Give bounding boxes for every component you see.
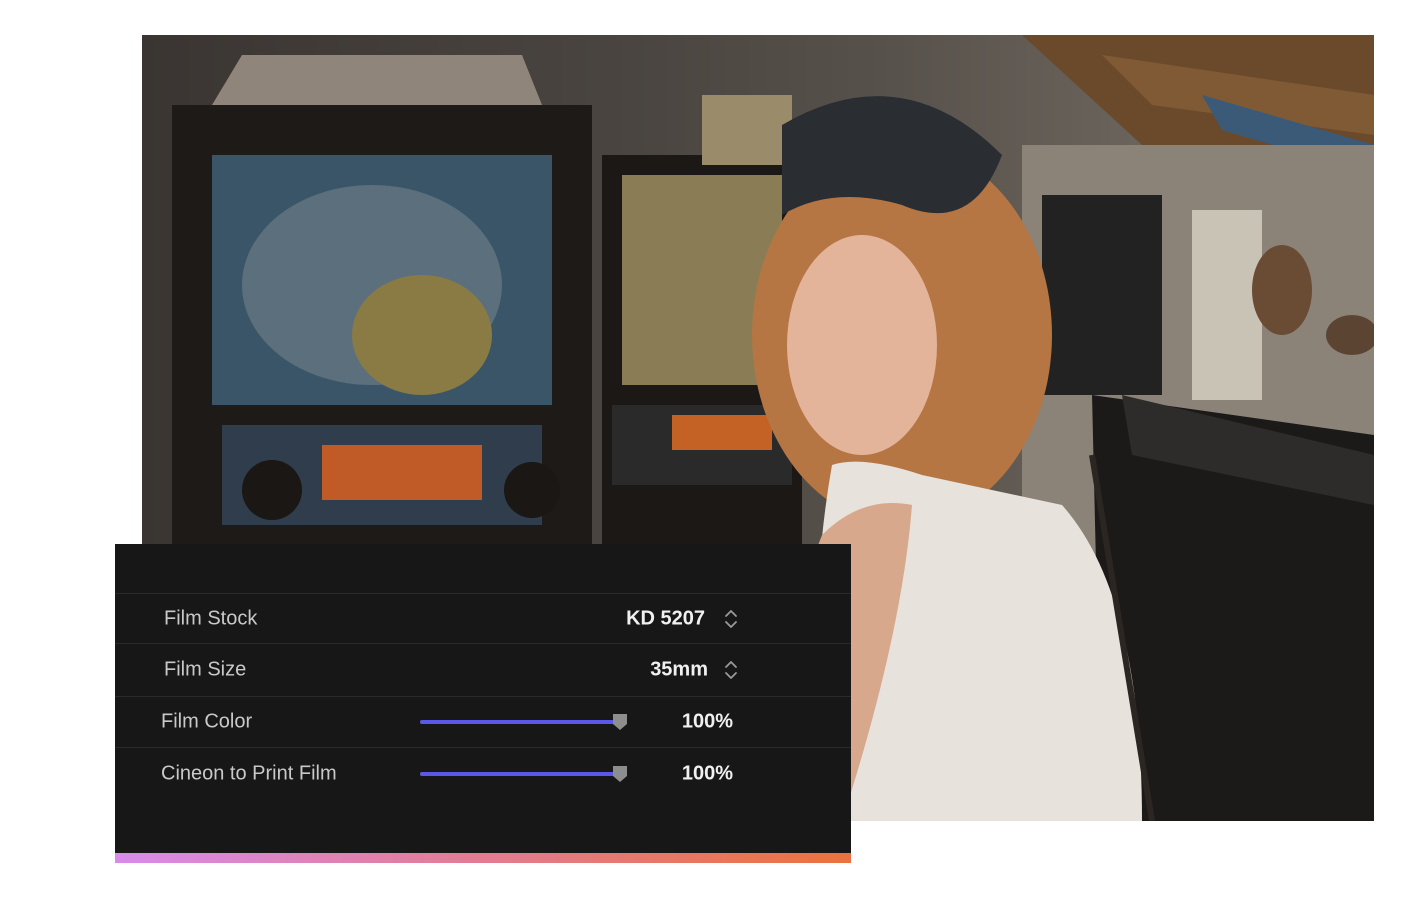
slider-thumb-icon[interactable] xyxy=(611,712,629,732)
film-settings-panel: Film Stock KD 5207 Film Size 35mm Film C… xyxy=(115,544,851,863)
chevron-up-down-icon[interactable] xyxy=(724,608,738,630)
chevron-up-down-icon[interactable] xyxy=(724,659,738,681)
film-size-label: Film Size xyxy=(164,658,247,681)
film-color-value: 100% xyxy=(681,710,733,733)
slider-thumb-icon[interactable] xyxy=(611,764,629,784)
cineon-to-print-film-label: Cineon to Print Film xyxy=(161,762,337,784)
film-color-label: Film Color xyxy=(161,710,253,733)
slider-fill xyxy=(420,771,620,776)
film-size-row: Film Size 35mm xyxy=(115,643,851,696)
film-stock-value[interactable]: KD 5207 xyxy=(626,607,705,630)
film-size-value[interactable]: 35mm xyxy=(650,659,708,682)
cineon-to-print-film-row: Cineon to Print Film 100% xyxy=(115,747,851,799)
panel-accent-gradient xyxy=(115,853,851,863)
film-stock-label: Film Stock xyxy=(164,607,258,629)
cineon-to-print-film-slider[interactable] xyxy=(420,764,627,784)
film-color-slider[interactable] xyxy=(420,712,627,732)
cineon-to-print-film-value: 100% xyxy=(681,762,733,784)
slider-fill xyxy=(420,720,620,724)
film-stock-row: Film Stock KD 5207 xyxy=(115,593,851,643)
film-color-row: Film Color 100% xyxy=(115,696,851,747)
